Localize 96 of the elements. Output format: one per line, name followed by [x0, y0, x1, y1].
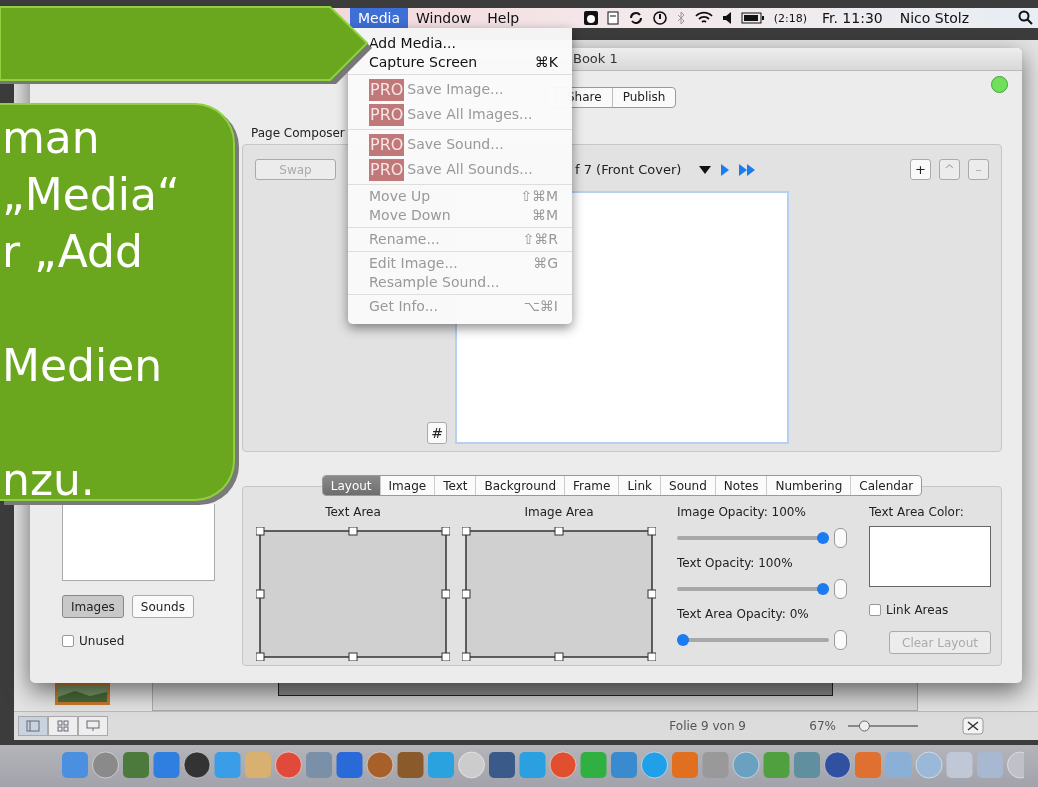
tab[interactable]: Link: [618, 476, 660, 495]
speaker-icon[interactable]: [721, 11, 732, 25]
zoom-slider[interactable]: [846, 720, 920, 732]
shortcut: ⌘K: [534, 53, 558, 72]
battery-time: (2:18): [773, 11, 807, 25]
area-label: Image Area: [524, 505, 594, 521]
area-label: Text Area: [325, 505, 381, 521]
last-icon[interactable]: [739, 163, 756, 176]
presenter-view-icon: [86, 720, 100, 732]
slider-thumb[interactable]: [677, 634, 689, 646]
group-title: Page Composer: [250, 126, 346, 141]
menu-item-label: Get Info...: [369, 297, 439, 316]
menu-item-label: Resample Sound...: [369, 273, 501, 292]
shortcut: ⌘G: [533, 254, 558, 273]
tab[interactable]: Calendar: [850, 476, 922, 495]
menu-item-label: Add Media...: [369, 34, 457, 53]
slider-label: Image Opacity: 100%: [677, 505, 807, 519]
tab[interactable]: Numbering: [766, 476, 851, 495]
menu-item-label: Save Sound...: [407, 135, 505, 154]
menu-item[interactable]: Add Media...: [369, 34, 572, 53]
color-swatch[interactable]: [869, 526, 991, 587]
shortcut: ⇧⌘R: [522, 230, 558, 249]
document-icon[interactable]: [606, 11, 619, 25]
stepper[interactable]: [834, 579, 847, 599]
callout-text: man: [1, 111, 100, 165]
battery-icon[interactable]: [740, 12, 765, 24]
next-icon[interactable]: [721, 163, 730, 176]
pro-badge: PRO: [369, 133, 405, 156]
media-type-button[interactable]: Images: [62, 595, 124, 618]
stepper[interactable]: [834, 630, 847, 650]
pro-badge: PRO: [369, 103, 405, 126]
list-view-icon: [26, 720, 40, 732]
image-area-frame[interactable]: [462, 527, 656, 661]
shortcut: ⇧⌘M: [520, 187, 558, 206]
tab[interactable]: Image: [379, 476, 435, 495]
callout-text: „Media“: [1, 168, 180, 222]
menu-item[interactable]: Help: [479, 8, 528, 28]
tab[interactable]: Background: [475, 476, 565, 495]
tab[interactable]: Layout: [322, 476, 380, 495]
checkbox[interactable]: [62, 635, 74, 647]
bluetooth-icon[interactable]: [675, 11, 686, 25]
slider-label: Text Area Opacity: 0%: [677, 607, 810, 621]
zoom-window-button[interactable]: [991, 75, 1008, 93]
menu-item-label: Rename...: [369, 230, 441, 249]
alert-icon[interactable]: [652, 11, 667, 25]
menu-item-label: Save Image...: [407, 80, 505, 99]
callout-text: Medien: [1, 339, 163, 393]
tab[interactable]: Notes: [714, 476, 767, 495]
menu-item[interactable]: Media: [350, 8, 409, 28]
grid-view-button[interactable]: [48, 716, 78, 736]
pro-badge: PRO: [369, 78, 405, 101]
media-type-button[interactable]: Sounds: [131, 595, 194, 618]
checkbox[interactable]: [869, 604, 881, 616]
color-label: Text Area Color:: [869, 505, 965, 519]
menu-item-label: Capture Screen: [369, 53, 479, 72]
pro-badge: PRO: [369, 158, 405, 181]
user-name[interactable]: Nico Stolz: [899, 10, 969, 26]
menu-item-label: Move Up: [369, 187, 432, 206]
callout-text: nzu.: [1, 453, 95, 499]
menu-item[interactable]: Capture Screen ⌘K: [369, 53, 572, 72]
slider-label: Text Opacity: 100%: [677, 556, 794, 570]
presenter-view-button[interactable]: [78, 716, 108, 736]
tab[interactable]: Sound: [660, 476, 715, 495]
checkbox-label: Unused: [79, 634, 125, 648]
toolbar-segment[interactable]: Publish: [611, 87, 676, 107]
search-icon[interactable]: [1018, 10, 1034, 26]
sync-icon[interactable]: [627, 11, 644, 25]
tab[interactable]: Frame: [564, 476, 619, 495]
menu-item-label: Move Down: [369, 206, 452, 225]
checkbox-label: Link Areas: [886, 603, 949, 617]
menu-item-label: Edit Image...: [369, 254, 459, 273]
shortcut: ⌥⌘I: [523, 297, 558, 316]
menu-item-label: Save All Images...: [407, 105, 534, 124]
fullscreen-icon[interactable]: [962, 717, 984, 735]
shortcut: ⌘M: [531, 206, 558, 225]
window-title: Book 1: [573, 51, 618, 66]
slide-status: Folie 9 von 9: [668, 719, 747, 733]
clock[interactable]: Fr. 11:30: [821, 10, 883, 26]
stepper[interactable]: [834, 528, 847, 548]
wifi-icon[interactable]: [694, 11, 713, 25]
page-indicator: f 7 (Front Cover): [575, 162, 682, 177]
tab[interactable]: Text: [434, 476, 476, 495]
camera-icon[interactable]: [583, 11, 598, 25]
text-area-frame[interactable]: [256, 527, 450, 661]
menu-item-label: Save All Sounds...: [407, 160, 534, 179]
menu-item[interactable]: Window: [408, 8, 480, 28]
callout-text: r „Add: [1, 225, 143, 279]
grid-view-icon: [57, 720, 69, 732]
grid-button[interactable]: #: [427, 422, 447, 444]
media-list[interactable]: [62, 504, 215, 581]
slider-thumb[interactable]: [817, 583, 829, 595]
list-view-button[interactable]: [18, 716, 48, 736]
dropdown-icon[interactable]: [699, 165, 712, 174]
zoom-level: 67%: [809, 719, 836, 733]
page-button[interactable]: +: [910, 159, 931, 180]
slider-thumb[interactable]: [817, 532, 829, 544]
